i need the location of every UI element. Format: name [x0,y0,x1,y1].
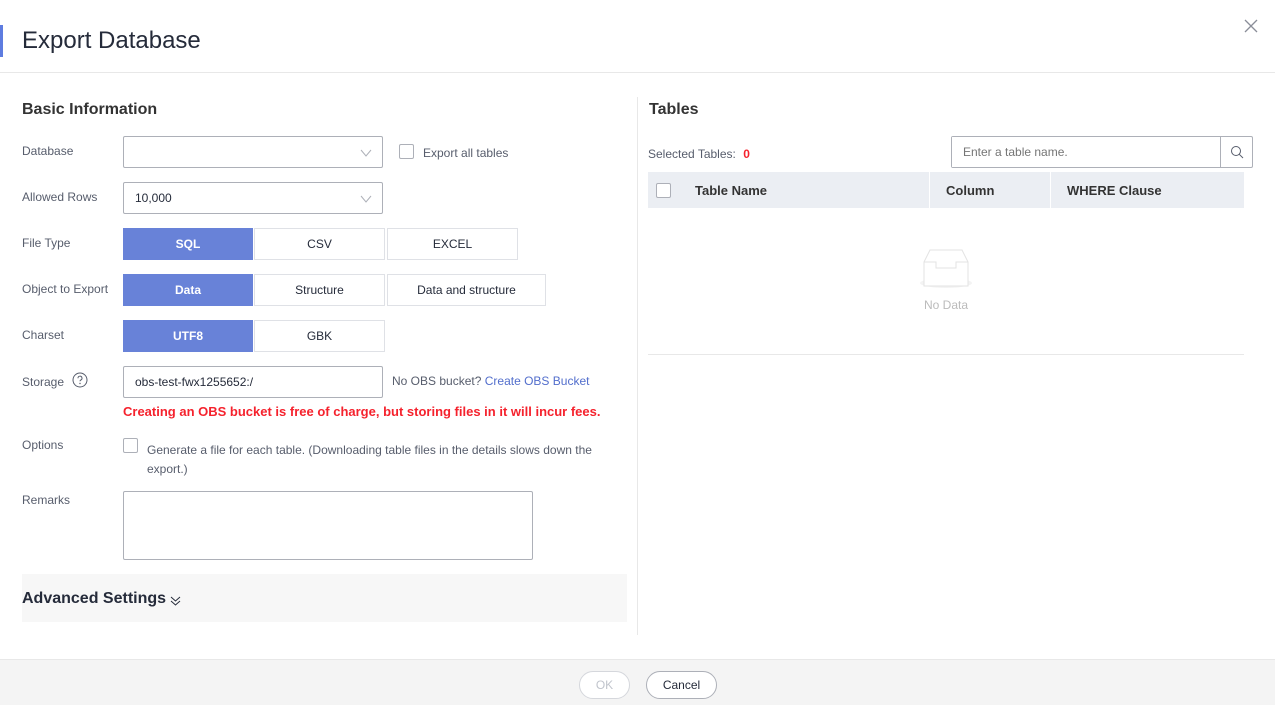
close-icon[interactable] [1243,18,1259,34]
chevron-down-icon [360,149,372,157]
ok-button[interactable]: OK [579,671,630,699]
options-text-2: export.) [147,462,188,476]
file-per-table-label: Generate a file for each table. (Downloa… [147,441,607,479]
file-type-csv[interactable]: CSV [254,228,385,260]
remarks-label: Remarks [22,493,71,507]
charset-gbk[interactable]: GBK [254,320,385,352]
help-icon[interactable] [72,372,88,388]
advanced-settings-section[interactable]: Advanced Settings [22,574,627,622]
object-structure[interactable]: Structure [254,274,385,306]
tables-heading: Tables [649,101,699,118]
column-header-column: Column [930,172,1051,208]
allowed-rows-select[interactable]: 10,000 [123,182,383,214]
allowed-rows-value: 10,000 [135,191,172,205]
file-type-label: File Type [22,236,71,250]
cancel-button[interactable]: Cancel [646,671,717,699]
storage-input[interactable]: obs-test-fwx1255652:/ [123,366,383,398]
object-data-and-structure[interactable]: Data and structure [387,274,546,306]
double-chevron-down-icon[interactable] [170,595,181,606]
table-search-input[interactable] [952,137,1220,167]
column-header-where: WHERE Clause [1051,172,1244,208]
charset-utf8[interactable]: UTF8 [123,320,253,352]
storage-label: Storage [22,375,65,389]
empty-inbox-icon [920,249,972,288]
options-text: Generate a file for each table. (Downloa… [147,443,592,457]
storage-value: obs-test-fwx1255652:/ [135,375,254,389]
remarks-textarea[interactable] [123,491,533,560]
file-type-excel[interactable]: EXCEL [387,228,518,260]
panel-divider [637,97,638,635]
allowed-rows-label: Allowed Rows [22,190,98,204]
database-label: Database [22,144,74,158]
select-all-tables-checkbox[interactable] [656,182,671,198]
dialog-footer [0,659,1275,705]
no-bucket-text: No OBS bucket? [392,374,482,388]
basic-info-heading: Basic Information [22,101,158,118]
dialog-title: Export Database [22,27,201,54]
selected-tables-count: 0 [743,147,750,161]
file-type-sql[interactable]: SQL [123,228,253,260]
advanced-settings-label: Advanced Settings [22,590,167,607]
tables-header-row: Table Name Column WHERE Clause [648,172,1244,208]
search-button[interactable] [1220,137,1252,167]
column-header-table-name: Table Name [695,182,768,198]
storage-fee-warning: Creating an OBS bucket is free of charge… [123,404,601,419]
object-to-export-label: Object to Export [22,282,109,296]
table-search[interactable] [951,136,1253,168]
file-per-table-checkbox[interactable] [123,438,138,453]
create-obs-bucket-link[interactable]: Create OBS Bucket [485,374,590,388]
database-select[interactable] [123,136,383,168]
no-data-text: No Data [923,298,969,312]
options-label: Options [22,438,64,452]
chevron-down-icon [360,195,372,203]
charset-label: Charset [22,328,65,342]
search-icon [1230,146,1243,159]
header-divider [0,72,1275,73]
title-accent-bar [0,25,3,57]
export-all-tables-checkbox[interactable] [399,144,414,159]
export-all-tables-label: Export all tables [423,146,509,160]
table-bottom-divider [648,354,1244,355]
object-data[interactable]: Data [123,274,253,306]
selected-tables-label: Selected Tables: [648,147,736,161]
